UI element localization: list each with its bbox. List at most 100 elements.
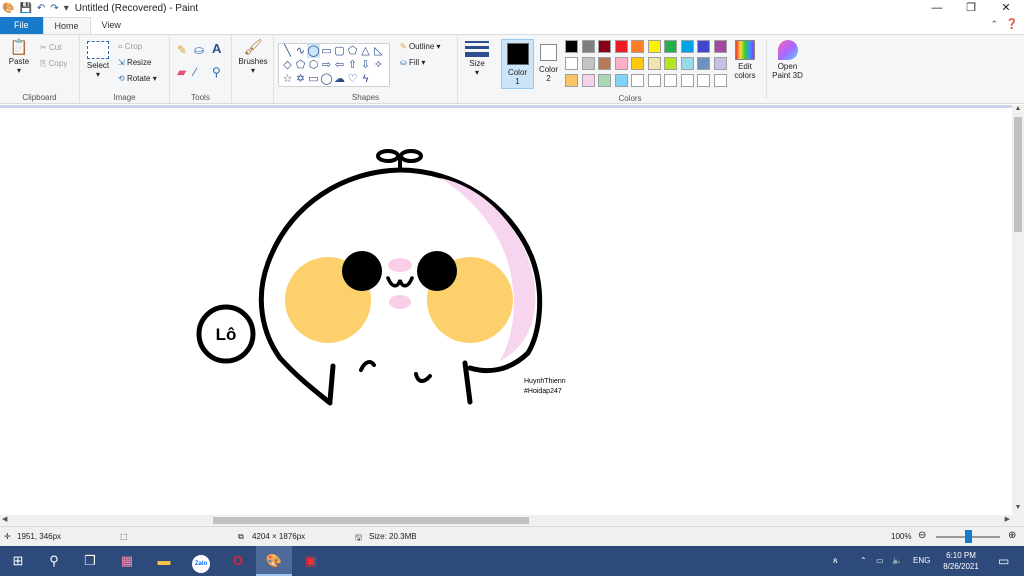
four-point-star-shape-icon[interactable]: ✧ (372, 58, 385, 72)
palette-swatch[interactable] (598, 40, 611, 53)
shapes-gallery[interactable]: ╲ ∿ ◯ ▭ ▢ ⬠ △ ◺ ◇ ⬠ ⬡ ⇨ ⇦ ⇧ ⇩ ✧ ☆ ✡ ▭ ◯ … (278, 43, 390, 87)
palette-swatch[interactable] (697, 57, 710, 70)
right-triangle-shape-icon[interactable]: ◺ (372, 44, 385, 58)
size-button[interactable]: Size ▾ (462, 41, 492, 77)
task-view-icon[interactable]: ❐ (72, 546, 108, 576)
notifications-icon[interactable]: ▭ (998, 546, 1009, 576)
scroll-up-icon[interactable]: ▲ (1012, 105, 1024, 116)
five-point-star-shape-icon[interactable]: ☆ (281, 72, 294, 86)
brushes-button[interactable]: 🖌 Brushes ▾ (234, 39, 272, 75)
palette-swatch[interactable] (680, 57, 694, 70)
color-picker-icon[interactable]: ⁄ (194, 65, 196, 79)
polygon-shape-icon[interactable]: ⬠ (346, 44, 359, 58)
restore-button[interactable]: ❐ (954, 0, 988, 17)
right-arrow-shape-icon[interactable]: ⇨ (320, 58, 333, 72)
opera-icon[interactable]: O (220, 546, 256, 576)
app-icon-2[interactable]: ▣ (293, 546, 329, 576)
speaker-icon[interactable]: 🔈 (892, 546, 902, 576)
diamond-shape-icon[interactable]: ◇ (281, 58, 294, 72)
palette-swatch[interactable] (614, 57, 628, 70)
drawing-canvas[interactable]: Lô HuynhThienn #Hoidap247 (0, 108, 1012, 515)
copy-button[interactable]: ⎘ Copy (40, 59, 67, 69)
undo-icon[interactable]: ↶ (37, 0, 45, 17)
rotate-button[interactable]: ⟲ Rotate ▾ (118, 74, 157, 83)
clock[interactable]: 6:10 PM 8/26/2021 (938, 546, 984, 576)
app-icon-1[interactable]: ▦ (109, 546, 145, 576)
down-arrow-shape-icon[interactable]: ⇩ (359, 58, 372, 72)
curve-shape-icon[interactable]: ∿ (294, 44, 307, 58)
file-explorer-icon[interactable]: ▬ (146, 546, 182, 576)
cloud-callout-shape-icon[interactable]: ☁ (333, 72, 346, 86)
vertical-scrollbar[interactable]: ▲ ▼ (1012, 105, 1024, 515)
palette-swatch[interactable] (647, 57, 661, 70)
lightning-shape-icon[interactable]: ϟ (359, 72, 372, 86)
palette-swatch[interactable] (631, 74, 644, 87)
scroll-down-icon[interactable]: ▼ (1012, 504, 1024, 515)
up-arrow-shape-icon[interactable]: ⇧ (346, 58, 359, 72)
customize-quick-access-icon[interactable]: ▾ (64, 0, 69, 17)
palette-swatch[interactable] (713, 74, 727, 87)
palette-swatch[interactable] (647, 74, 661, 87)
scroll-left-icon[interactable]: ◀ (2, 515, 7, 523)
outline-button[interactable]: ✎ Outline ▾ (400, 42, 441, 51)
text-tool-icon[interactable]: A (212, 41, 221, 56)
rounded-rectangle-shape-icon[interactable]: ▢ (333, 44, 346, 58)
palette-swatch[interactable] (565, 40, 578, 53)
vertical-scroll-thumb[interactable] (1014, 117, 1022, 232)
rectangle-shape-icon[interactable]: ▭ (320, 44, 333, 58)
people-icon[interactable]: ጰ (833, 546, 838, 576)
callout-oval-shape-icon[interactable]: ◯ (320, 72, 333, 86)
palette-swatch[interactable] (713, 57, 727, 70)
palette-swatch[interactable] (565, 74, 578, 87)
windows-start-icon[interactable]: ⊞ (0, 546, 36, 576)
fill-bucket-icon[interactable]: ⛀ (194, 43, 204, 57)
pencil-icon[interactable]: ✎ (177, 43, 187, 57)
minimize-button[interactable]: — (920, 0, 954, 17)
select-button[interactable]: Select ▾ (84, 41, 112, 79)
search-icon[interactable]: ⚲ (36, 546, 72, 576)
triangle-shape-icon[interactable]: △ (359, 44, 372, 58)
oval-shape-icon[interactable]: ◯ (307, 44, 320, 58)
scroll-right-icon[interactable]: ▶ (1005, 515, 1010, 523)
pentagon-shape-icon[interactable]: ⬠ (294, 58, 307, 72)
palette-swatch[interactable] (664, 74, 677, 87)
six-point-star-shape-icon[interactable]: ✡ (294, 72, 307, 86)
help-icon[interactable]: ❓ (1006, 19, 1018, 30)
horizontal-scroll-thumb[interactable] (213, 517, 529, 524)
redo-icon[interactable]: ↷ (50, 0, 58, 17)
color2-button[interactable]: Color 2 (537, 39, 560, 89)
open-paint3d-button[interactable]: Open Paint 3D (766, 40, 808, 98)
callout-rect-shape-icon[interactable]: ▭ (307, 72, 320, 86)
palette-swatch[interactable] (565, 57, 578, 70)
palette-swatch[interactable] (697, 40, 710, 53)
left-arrow-shape-icon[interactable]: ⇦ (333, 58, 346, 72)
palette-swatch[interactable] (614, 40, 628, 53)
tab-file[interactable]: File (0, 17, 43, 34)
zoom-in-icon[interactable]: ⊕ (1008, 530, 1016, 541)
palette-swatch[interactable] (697, 74, 710, 87)
battery-icon[interactable]: ▭ (876, 546, 884, 576)
cut-button[interactable]: ✂ Cut (40, 43, 61, 52)
heart-shape-icon[interactable]: ♡ (346, 72, 359, 86)
line-shape-icon[interactable]: ╲ (281, 44, 294, 58)
canvas-area[interactable]: Lô HuynhThienn #Hoidap247 (0, 105, 1012, 515)
edit-colors-button[interactable]: Edit colors (730, 40, 760, 80)
resize-button[interactable]: ⇲ Resize (118, 58, 151, 67)
zalo-icon[interactable]: Zalo (183, 546, 219, 576)
collapse-ribbon-icon[interactable]: ⌃ (990, 19, 998, 30)
color1-button[interactable]: Color 1 (501, 39, 534, 89)
palette-swatch[interactable] (664, 57, 677, 70)
palette-swatch[interactable] (647, 40, 661, 53)
paint-taskbar-icon[interactable]: 🎨 (256, 546, 292, 576)
palette-swatch[interactable] (581, 74, 595, 87)
palette-swatch[interactable] (680, 74, 694, 87)
zoom-slider-thumb[interactable] (965, 530, 972, 543)
crop-button[interactable]: ⌗ Crop (118, 42, 142, 52)
tab-view[interactable]: View (91, 17, 132, 34)
eraser-icon[interactable]: ▰ (177, 65, 186, 79)
palette-swatch[interactable] (680, 40, 694, 53)
palette-swatch[interactable] (631, 57, 644, 70)
palette-swatch[interactable] (581, 40, 595, 53)
palette-swatch[interactable] (631, 40, 644, 53)
palette-swatch[interactable] (581, 57, 595, 70)
